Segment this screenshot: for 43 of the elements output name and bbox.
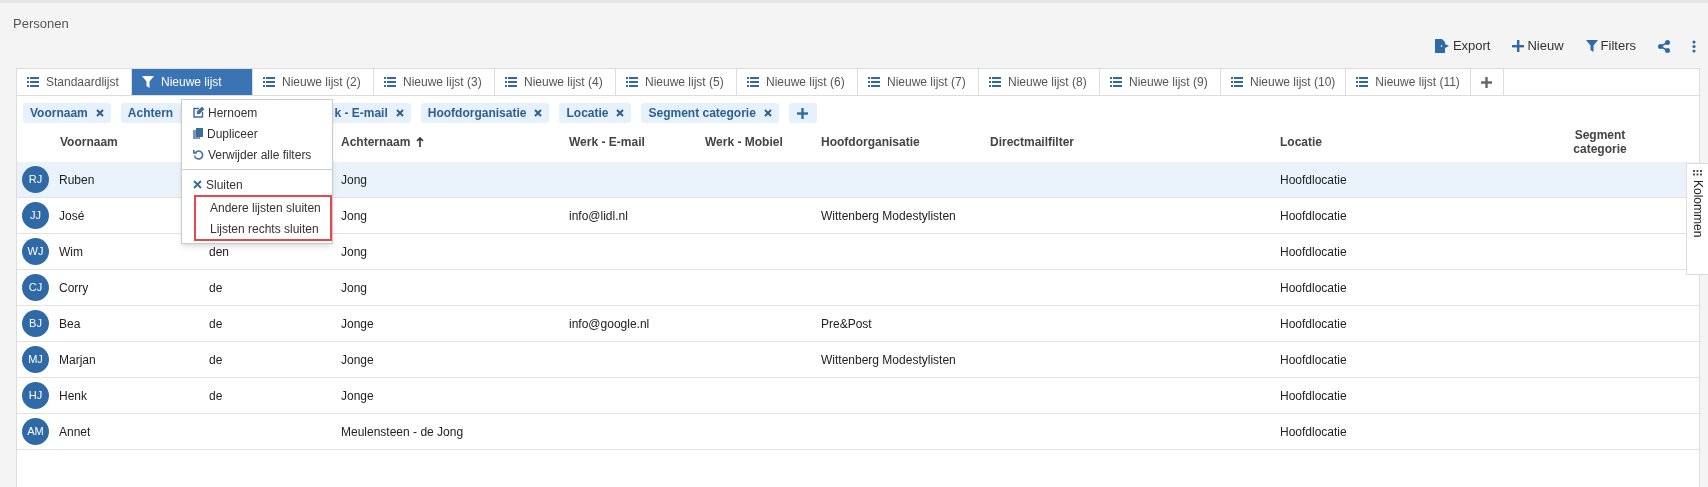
table-cell: Jong	[341, 208, 368, 223]
table-cell: de	[209, 388, 223, 403]
table-cell-text: Annet	[59, 423, 91, 441]
table-cell: info@lidl.nl	[569, 208, 628, 223]
table-cell: Jonge	[341, 316, 374, 331]
table-cell: Hoofdlocatie	[1280, 208, 1347, 223]
table-cell: Pre&Post	[821, 316, 872, 331]
table-cell-text: Wim	[59, 243, 83, 261]
table-cell: Jong	[341, 244, 368, 259]
table-cell: Hoofdlocatie	[1280, 424, 1347, 439]
table-cell: Hoofdlocatie	[1280, 316, 1347, 331]
table-cell-text: Ruben	[59, 171, 95, 189]
table-cell: Meulensteen - de Jong	[341, 424, 464, 439]
table-cell: Jong	[341, 172, 368, 187]
avatar: HJ	[22, 382, 49, 409]
table-cell-text: José	[59, 207, 85, 225]
page-title: Personen	[13, 16, 69, 31]
table-cell: Hoofdlocatie	[1280, 172, 1347, 187]
table-cell-text: Corry	[59, 279, 89, 297]
avatar: MJ	[22, 346, 49, 373]
table-cell-text: Bea	[59, 315, 81, 333]
table-cell: Hoofdlocatie	[1280, 352, 1347, 367]
avatar: CJ	[22, 274, 49, 301]
avatar: AM	[22, 418, 49, 445]
table-cell: Hoofdlocatie	[1280, 388, 1347, 403]
table-cell: Jong	[341, 280, 368, 295]
table-cell: den	[209, 244, 230, 259]
table-cell: Jonge	[341, 388, 374, 403]
table-cell-text: Henk	[59, 387, 87, 405]
table-cell: de	[209, 316, 223, 331]
table-cell: Hoofdlocatie	[1280, 280, 1347, 295]
table-cell-text: Marjan	[59, 351, 96, 369]
table-cell: Hoofdlocatie	[1280, 244, 1347, 259]
avatar: JJ	[22, 202, 49, 229]
table-cell: Wittenberg Modestylisten	[821, 208, 956, 223]
table-cell: Jonge	[341, 352, 374, 367]
avatar: RJ	[22, 166, 49, 193]
table-cell: de	[209, 352, 223, 367]
avatar: WJ	[22, 238, 49, 265]
table-cell: Wittenberg Modestylisten	[821, 352, 956, 367]
avatar: BJ	[22, 310, 49, 337]
table-cell: de	[209, 280, 223, 295]
table-cell: info@google.nl	[569, 316, 650, 331]
